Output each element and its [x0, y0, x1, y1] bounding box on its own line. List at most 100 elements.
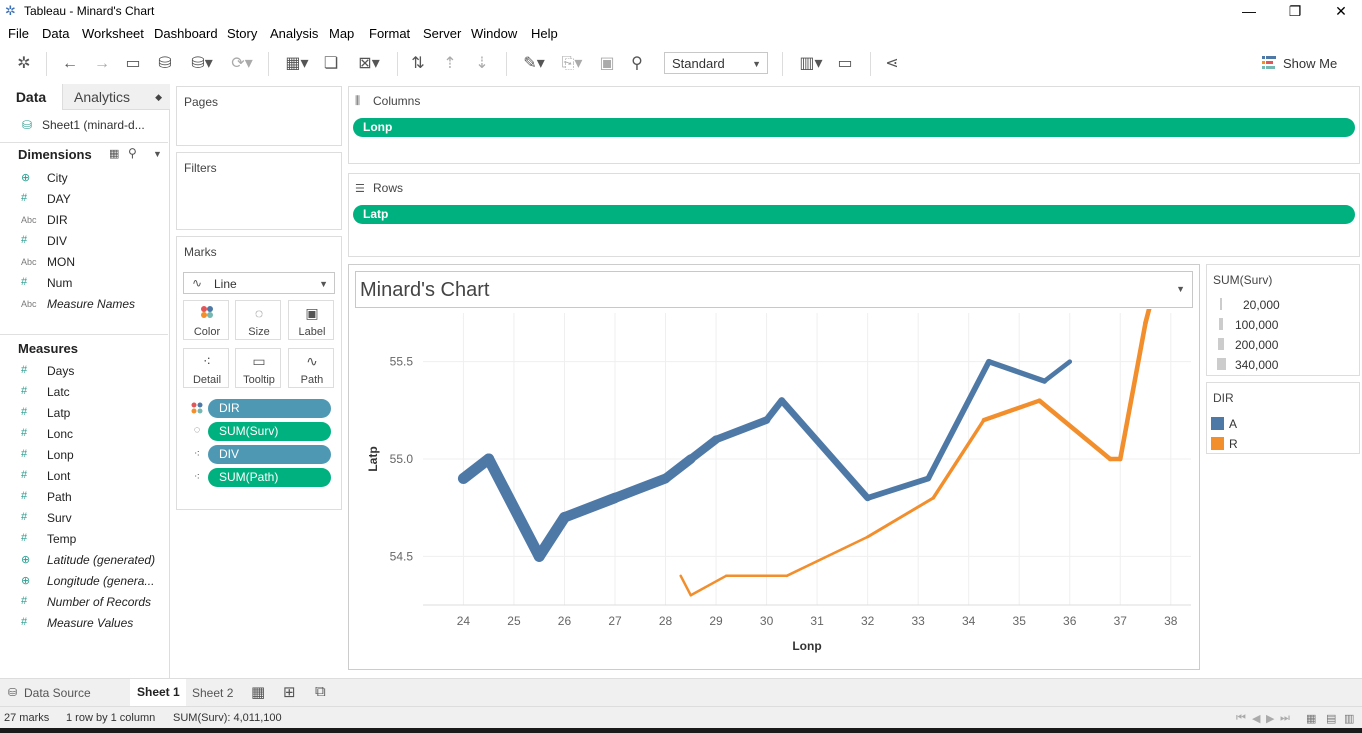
menu-dashboard[interactable]: Dashboard [154, 26, 218, 41]
duplicate-sheet-icon[interactable]: ❏ [321, 54, 341, 74]
field-item[interactable]: # Number of Records [0, 592, 168, 612]
series-R-segment[interactable] [689, 574, 728, 597]
close-icon[interactable]: ✕ [1318, 0, 1362, 22]
menu-server[interactable]: Server [423, 26, 461, 41]
restore-icon[interactable]: ❐ [1272, 0, 1318, 22]
new-story-icon[interactable]: ⧉ [315, 683, 326, 700]
group-members-icon[interactable]: ⎘▾ [556, 54, 588, 74]
filters-card[interactable]: Filters [176, 152, 342, 230]
data-source-tab[interactable]: ⛁ Data Source [0, 679, 126, 706]
detail-button[interactable]: ⁖ Detail [183, 348, 229, 388]
nav-next-icon[interactable]: ▶ [1266, 712, 1274, 725]
swap-rows-columns-icon[interactable]: ⇅ [408, 54, 428, 74]
presentation-mode-icon[interactable]: ▭ [835, 54, 855, 74]
menu-help[interactable]: Help [531, 26, 558, 41]
field-item[interactable]: # Latc [0, 382, 168, 402]
pill-dir[interactable]: DIR [208, 399, 331, 418]
list-view-icon[interactable]: ▥ [1344, 712, 1354, 725]
tab-analytics[interactable]: Analytics ◆ [62, 84, 170, 110]
menu-file[interactable]: File [8, 26, 29, 41]
chevron-down-icon[interactable]: ▼ [1176, 284, 1185, 294]
menu-map[interactable]: Map [329, 26, 354, 41]
sort-descending-icon[interactable]: ⇣ [472, 54, 492, 74]
field-item[interactable]: Abc DIR [0, 210, 168, 230]
columns-pill-lonp[interactable]: Lonp [353, 118, 1355, 137]
menu-data[interactable]: Data [42, 26, 69, 41]
menu-worksheet[interactable]: Worksheet [82, 26, 144, 41]
mark-type-select[interactable]: ∿ Line ▼ [183, 272, 335, 294]
series-R-segment[interactable] [866, 496, 935, 539]
size-legend[interactable]: SUM(Surv) 20,000 100,000 200,000 340,000 [1206, 264, 1360, 376]
new-worksheet-icon[interactable]: ▦▾ [280, 54, 314, 74]
view-data-icon[interactable]: ▦ [109, 147, 119, 160]
pause-updates-icon[interactable]: ⛁▾ [187, 54, 217, 74]
field-item[interactable]: # Lonc [0, 424, 168, 444]
field-item[interactable]: # Temp [0, 529, 168, 549]
series-A-segment[interactable] [686, 435, 721, 464]
series-A-segment[interactable] [986, 358, 1048, 384]
field-item[interactable]: # Days [0, 361, 168, 381]
series-A-segment[interactable] [610, 473, 671, 503]
field-item[interactable]: # Latp [0, 403, 168, 423]
series-A-segment[interactable] [763, 397, 786, 424]
clear-sheet-icon[interactable]: ⊠▾ [351, 54, 387, 74]
menu-story[interactable]: Story [227, 26, 257, 41]
sort-ascending-icon[interactable]: ⇡ [440, 54, 460, 74]
series-A-segment[interactable] [864, 475, 932, 501]
color-legend-item[interactable]: A [1211, 415, 1351, 433]
pill-sum-surv[interactable]: SUM(Surv) [208, 422, 331, 441]
columns-shelf[interactable]: ⫼ Columns Lonp [348, 86, 1360, 164]
series-R-segment[interactable] [981, 398, 1042, 423]
nav-last-icon[interactable]: ⏭ [1280, 712, 1290, 725]
film-view-icon[interactable]: ▤ [1326, 712, 1336, 725]
rows-shelf[interactable]: ☰ Rows Latp [348, 173, 1360, 257]
menu-format[interactable]: Format [369, 26, 410, 41]
new-dashboard-icon[interactable]: ⊞ [283, 683, 296, 701]
pill-div[interactable]: DIV [208, 445, 331, 464]
field-item[interactable]: ⊕ City [0, 168, 168, 188]
series-R-segment[interactable] [679, 574, 693, 597]
series-R-segment[interactable] [1117, 320, 1148, 462]
field-item[interactable]: # Measure Values [0, 613, 168, 633]
new-datasource-icon[interactable]: ⛁ [155, 54, 175, 74]
show-mark-labels-icon[interactable]: ▣ [597, 54, 617, 74]
field-item[interactable]: # Num [0, 273, 168, 293]
chevron-down-icon[interactable]: ▼ [153, 149, 162, 159]
field-item[interactable]: # Lonp [0, 445, 168, 465]
field-item[interactable]: # DAY [0, 189, 168, 209]
share-icon[interactable]: ⋖ [882, 54, 902, 74]
field-item[interactable]: Abc Measure Names [0, 294, 168, 314]
undo-icon[interactable]: ← [60, 54, 80, 74]
grid-view-icon[interactable]: ▦ [1306, 712, 1316, 725]
field-item[interactable]: ⊕ Longitude (genera... [0, 571, 168, 591]
pill-sum-path[interactable]: SUM(Path) [208, 468, 331, 487]
field-item[interactable]: # Surv [0, 508, 168, 528]
series-A-segment[interactable] [533, 511, 570, 562]
nav-prev-icon[interactable]: ◀ [1252, 712, 1260, 725]
series-A-segment[interactable] [778, 397, 871, 502]
size-button[interactable]: ◌ Size [235, 300, 281, 340]
color-legend-item[interactable]: R [1211, 435, 1351, 453]
redo-icon[interactable]: → [92, 54, 112, 74]
tab-data[interactable]: Data [0, 84, 62, 110]
fit-select[interactable]: Standard ▼ [664, 52, 768, 74]
nav-first-icon[interactable]: ⏮ [1236, 712, 1246, 725]
series-R-segment[interactable] [1037, 398, 1113, 462]
field-item[interactable]: # Path [0, 487, 168, 507]
rows-pill-latp[interactable]: Latp [353, 205, 1355, 224]
search-icon[interactable]: ⚲ [128, 146, 137, 160]
field-item[interactable]: Abc MON [0, 252, 168, 272]
tab-sheet-1[interactable]: Sheet 1 [130, 679, 186, 706]
show-cards-icon[interactable]: ▥▾ [794, 54, 828, 74]
field-item[interactable]: # DIV [0, 231, 168, 251]
pages-card[interactable]: Pages [176, 86, 342, 146]
field-item[interactable]: ⊕ Latitude (generated) [0, 550, 168, 570]
menu-analysis[interactable]: Analysis [270, 26, 318, 41]
tableau-home-icon[interactable]: ✲ [14, 54, 34, 74]
series-A-segment[interactable] [712, 416, 771, 444]
series-A-segment[interactable] [660, 454, 696, 484]
datasource-item[interactable]: ⛁ Sheet1 (minard-d... [0, 114, 168, 136]
fix-axes-icon[interactable]: ⚲ [627, 54, 647, 74]
menu-window[interactable]: Window [471, 26, 517, 41]
color-button[interactable]: Color [183, 300, 229, 340]
